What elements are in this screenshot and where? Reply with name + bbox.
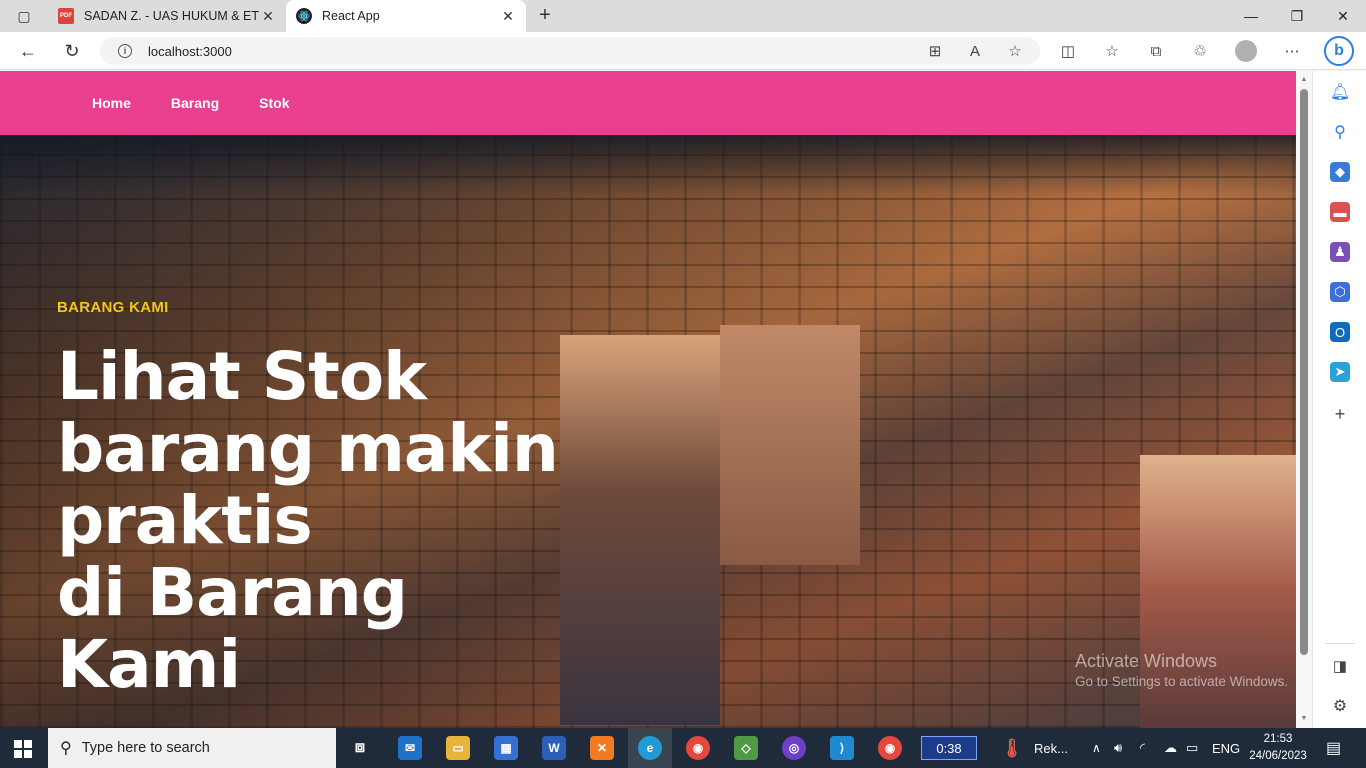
search-placeholder: Type here to search <box>81 740 210 756</box>
restore-icon[interactable]: ❐ <box>1274 0 1320 32</box>
read-aloud-icon[interactable]: A <box>965 41 985 61</box>
favorite-star-icon[interactable]: ☆ <box>1005 41 1025 61</box>
hero-title-line: di Barang <box>57 554 408 631</box>
hero-title-line: praktis <box>57 482 313 559</box>
profile-avatar[interactable] <box>1235 40 1257 62</box>
container-stack-image <box>560 335 720 725</box>
activate-windows-watermark: Activate Windows Go to Settings to activ… <box>1075 651 1288 689</box>
container-stack-image <box>720 325 860 565</box>
close-tab-icon[interactable]: ✕ <box>500 8 516 25</box>
language-indicator[interactable]: ENG <box>1212 728 1240 768</box>
page-viewport: Home Barang Stok BARANG KAMI Lihat Stok … <box>0 71 1296 728</box>
vscode-icon[interactable]: ⟩ <box>830 736 854 760</box>
hero-section: BARANG KAMI Lihat Stok barang makin prak… <box>0 135 1296 728</box>
pdf-icon: PDF <box>58 8 74 24</box>
tab-title: React App <box>322 9 380 23</box>
hero-title-line: Kami <box>57 626 241 703</box>
bing-copilot-icon[interactable]: b <box>1324 36 1354 66</box>
sidebar-divider <box>1325 643 1355 644</box>
network-icon[interactable]: ◜ <box>1140 728 1145 768</box>
split-screen-icon[interactable]: ◫ <box>1058 41 1078 61</box>
react-icon <box>296 8 312 24</box>
tab-title: SADAN Z. - UAS HUKUM & ETIKA <box>84 9 260 23</box>
hide-sidebar-icon[interactable]: ◨ <box>1330 656 1350 676</box>
favorites-icon[interactable]: ☆ <box>1102 41 1122 61</box>
scroll-thumb[interactable] <box>1300 89 1308 655</box>
search-icon[interactable]: ⚲ <box>1330 122 1350 142</box>
hero-title-line: Lihat Stok <box>57 338 427 415</box>
games-icon[interactable]: ♟ <box>1330 242 1350 262</box>
nav-home-link[interactable]: Home <box>92 95 131 111</box>
extensions-icon[interactable]: ♲ <box>1190 41 1210 61</box>
refresh-icon[interactable]: ↻ <box>60 40 84 62</box>
new-tab-icon[interactable]: + <box>534 4 556 26</box>
outlook-icon[interactable]: O <box>1330 322 1350 342</box>
xampp-icon[interactable]: ✕ <box>590 736 614 760</box>
rek-app-label[interactable]: Rek... <box>1034 728 1068 768</box>
chrome-profile-icon[interactable]: ◉ <box>878 736 902 760</box>
site-info-icon[interactable]: i <box>118 44 132 58</box>
hero-subtitle: BARANG KAMI <box>57 299 169 316</box>
notification-bell-icon[interactable]: 🔔︎ <box>1330 82 1350 102</box>
browser-tab-bar: ▢ PDF SADAN Z. - UAS HUKUM & ETIKA ✕ Rea… <box>0 0 1366 32</box>
mail-icon[interactable]: ✉ <box>398 736 422 760</box>
edge-sidebar: 🔔︎ ⚲ ◆ ▬ ♟ ⬡ O ➤ + ◨ ⚙ <box>1312 71 1366 728</box>
collections-icon[interactable]: ⧉ <box>1146 41 1166 61</box>
app-available-icon[interactable]: ⊞ <box>925 41 945 61</box>
tools-briefcase-icon[interactable]: ▬ <box>1330 202 1350 222</box>
settings-gear-icon[interactable]: ⚙ <box>1330 696 1350 716</box>
microsoft-store-icon[interactable]: ▦ <box>494 736 518 760</box>
recording-timer[interactable]: 0:38 <box>921 736 977 760</box>
taskbar-search-box[interactable]: ⚲ Type here to search <box>48 728 336 768</box>
taskbar-clock[interactable]: 21:53 24/06/2023 <box>1248 731 1308 765</box>
task-view-icon[interactable]: ⧈ <box>348 736 372 760</box>
site-navbar: Home Barang Stok <box>0 71 1296 135</box>
chrome-icon[interactable]: ◉ <box>686 736 710 760</box>
microsoft-365-icon[interactable]: ⬡ <box>1330 282 1350 302</box>
url-text: localhost:3000 <box>148 43 232 59</box>
tab-pdf[interactable]: PDF SADAN Z. - UAS HUKUM & ETIKA ✕ <box>48 0 286 32</box>
word-icon[interactable]: W <box>542 736 566 760</box>
file-explorer-icon[interactable]: ▭ <box>446 736 470 760</box>
nav-stok-link[interactable]: Stok <box>259 95 289 111</box>
battery-icon[interactable]: ▭ <box>1186 728 1198 768</box>
windows-start-icon[interactable] <box>14 740 32 758</box>
clock-time: 21:53 <box>1263 733 1293 745</box>
shopping-tag-icon[interactable]: ◆ <box>1330 162 1350 182</box>
search-icon: ⚲ <box>60 740 72 757</box>
crane-silhouette-image <box>0 135 1296 195</box>
minimize-icon[interactable]: — <box>1228 0 1274 32</box>
edge-browser-icon[interactable]: e <box>638 736 662 760</box>
windows-taskbar: ⚲ Type here to search ⧈ ✉ ▭ ▦ W ✕ e ◉ ◇ … <box>0 728 1366 768</box>
show-hidden-icons-icon[interactable]: ∧ <box>1092 728 1101 768</box>
page-scrollbar[interactable]: ▲ ▼ <box>1296 71 1312 728</box>
scroll-down-icon[interactable]: ▼ <box>1296 712 1312 726</box>
close-window-icon[interactable]: ✕ <box>1320 0 1366 32</box>
nav-barang-link[interactable]: Barang <box>171 95 219 111</box>
close-tab-icon[interactable]: ✕ <box>260 8 276 25</box>
scroll-up-icon[interactable]: ▲ <box>1296 73 1312 87</box>
watermark-line: Go to Settings to activate Windows. <box>1075 674 1289 689</box>
url-input[interactable]: i localhost:3000 <box>100 37 1040 65</box>
hero-title: Lihat Stok barang makin praktis di Baran… <box>57 341 577 701</box>
drop-send-icon[interactable]: ➤ <box>1330 362 1350 382</box>
more-options-icon[interactable]: ⋯ <box>1282 41 1302 61</box>
hero-title-line: barang makin <box>57 410 559 487</box>
volume-icon[interactable]: 🔊︎ <box>1114 728 1122 768</box>
back-icon[interactable]: ← <box>16 40 40 62</box>
thermometer-icon[interactable]: 🌡︎ <box>1000 736 1024 760</box>
tab-actions-icon[interactable]: ▢ <box>10 6 38 26</box>
git-icon[interactable]: ◇ <box>734 736 758 760</box>
watermark-line: Activate Windows <box>1075 651 1218 671</box>
add-sidebar-item-icon[interactable]: + <box>1330 404 1350 424</box>
clock-date: 24/06/2023 <box>1249 750 1307 762</box>
onedrive-icon[interactable]: ☁ <box>1164 728 1177 768</box>
github-desktop-icon[interactable]: ◎ <box>782 736 806 760</box>
address-bar: ← ↻ i localhost:3000 ⊞ A ☆ ◫ ☆ ⧉ ♲ ⋯ <box>0 32 1366 70</box>
notification-center-icon[interactable]: ▤ <box>1326 728 1341 768</box>
tab-react-app[interactable]: React App ✕ <box>286 0 526 32</box>
